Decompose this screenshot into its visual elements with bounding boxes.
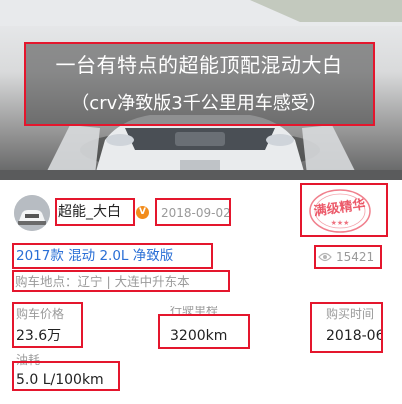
- elite-badge-stamp: 满级精华 ★★★: [304, 186, 376, 236]
- car-version-title[interactable]: 2017款 混动 2.0L 净致版: [16, 246, 173, 266]
- mileage-value: 3200km: [170, 328, 228, 344]
- fuel-value: 5.0 L/100km: [16, 372, 104, 388]
- purchase-time-label: 购买时间: [326, 307, 375, 321]
- author-name[interactable]: 超能_大白: [58, 202, 121, 222]
- mileage-label-clip: 行驶里程: [160, 306, 240, 314]
- hero-caption: 一台有特点的超能顶配混动大白 （crv净致版3千公里用车感受）: [24, 43, 374, 125]
- post-date: 2018-09-02: [161, 206, 231, 220]
- price-label: 购车价格: [16, 307, 65, 321]
- purchase-time-value: 2018-06: [326, 328, 382, 344]
- author-avatar[interactable]: [14, 195, 50, 231]
- purchase-time-clip: 2018-06: [326, 324, 382, 348]
- purchase-location: 购车地点：辽宁 | 大连中升东本: [15, 274, 190, 289]
- car-avatar-icon: [14, 195, 50, 231]
- mileage-label: 行驶里程: [170, 306, 219, 314]
- eye-icon: [318, 252, 332, 262]
- view-count: 15421: [336, 250, 375, 264]
- star-icons: ★★★: [331, 219, 350, 227]
- hero-caption-line2: （crv净致版3千公里用车感受）: [71, 93, 327, 114]
- fuel-label: 油耗: [16, 353, 41, 367]
- hero-caption-line1: 一台有特点的超能顶配混动大白: [55, 53, 343, 77]
- hero-photo[interactable]: 一台有特点的超能顶配混动大白 （crv净致版3千公里用车感受）: [0, 0, 402, 180]
- verified-v-icon: V: [136, 206, 149, 219]
- price-value: 23.6万: [16, 328, 62, 344]
